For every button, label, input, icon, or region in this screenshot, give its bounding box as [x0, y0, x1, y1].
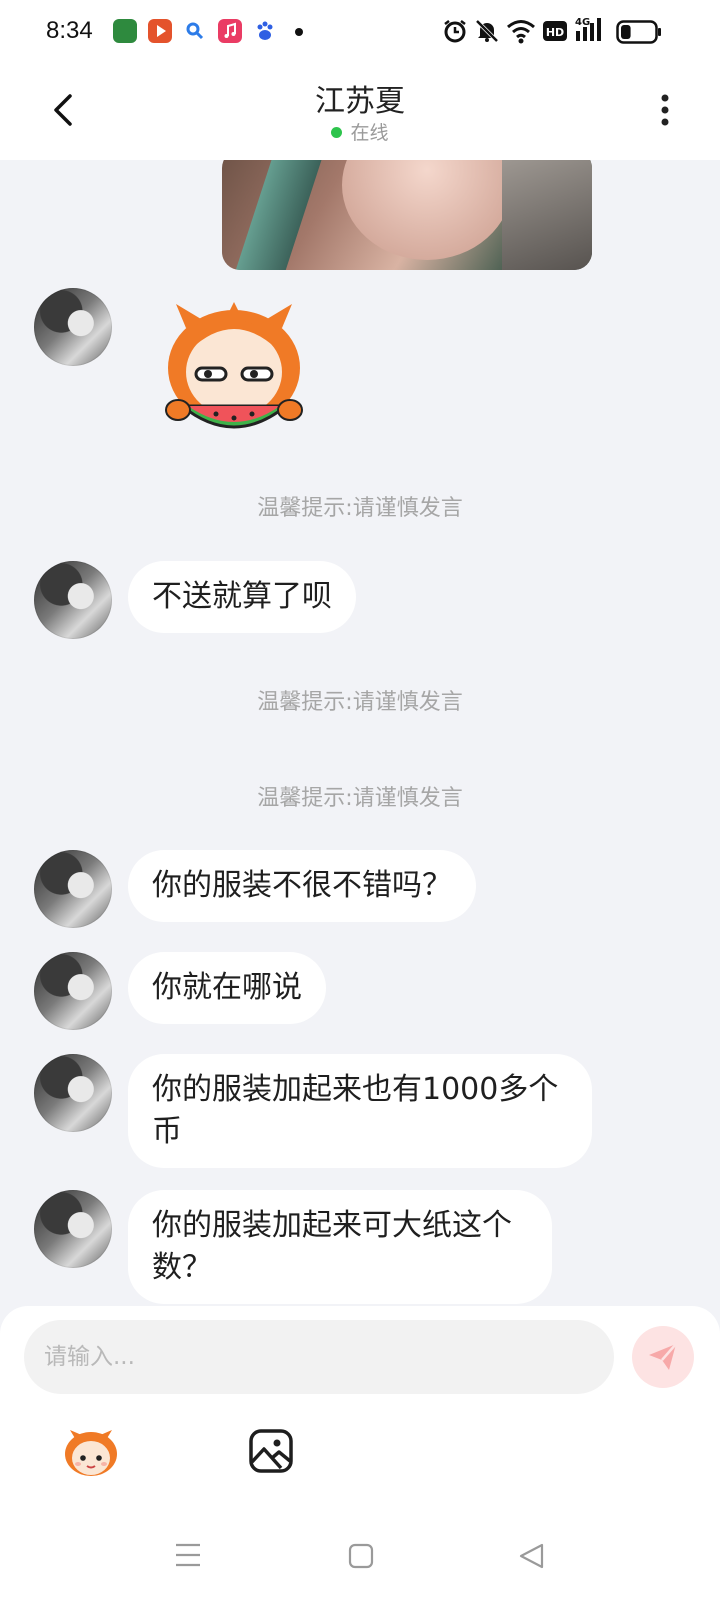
contact-avatar[interactable]: [34, 1054, 112, 1132]
music-app-icon: [218, 19, 242, 43]
online-dot-icon: [331, 127, 343, 138]
system-back-button[interactable]: [518, 1542, 546, 1574]
notification-dot: [295, 28, 303, 36]
emoji-icon: [65, 1430, 117, 1476]
svg-text:HD: HD: [546, 26, 564, 39]
baidu-app-icon: [253, 19, 277, 43]
message-list[interactable]: 温馨提示:请谨慎发言 不送就算了呗 温馨提示:请谨慎发言 温馨提示:请谨慎发言 …: [0, 160, 720, 1308]
emoji-button[interactable]: [62, 1428, 120, 1480]
signal-4g-icon: 4G: [575, 15, 607, 49]
watermelon-sticker[interactable]: [156, 298, 312, 444]
more-vertical-icon: [661, 94, 669, 126]
online-status-label: 在线: [350, 122, 389, 144]
chat-header: 江苏夏 在线: [0, 62, 720, 160]
video-app-icon: [148, 19, 172, 43]
message-input[interactable]: [24, 1320, 614, 1394]
mute-icon: [474, 18, 500, 48]
message-bubble[interactable]: 你的服装加起来可大纸这个数？: [128, 1190, 552, 1304]
safety-notice: 温馨提示:请谨慎发言: [257, 690, 463, 715]
send-icon: [649, 1343, 677, 1370]
reader-app-icon: [113, 19, 137, 43]
battery-icon: [616, 20, 662, 48]
home-square-icon: [348, 1543, 374, 1569]
more-options-button[interactable]: [650, 90, 680, 130]
contact-avatar[interactable]: [34, 561, 112, 639]
hd-icon: HD: [543, 21, 567, 45]
menu-icon: [176, 1543, 200, 1567]
svg-text:4G: 4G: [575, 17, 590, 28]
message-bubble[interactable]: 你就在哪说: [128, 952, 326, 1024]
image-message[interactable]: [222, 160, 592, 270]
status-time: 8:34: [46, 17, 93, 44]
system-nav-bar: [0, 1520, 720, 1600]
wifi-icon: [506, 18, 536, 48]
contact-name: 江苏夏: [315, 84, 405, 119]
message-bubble[interactable]: 不送就算了呗: [128, 561, 356, 633]
image-picker-button[interactable]: [248, 1428, 294, 1474]
contact-avatar[interactable]: [34, 1190, 112, 1268]
contact-avatar[interactable]: [34, 952, 112, 1030]
search-app-icon: [183, 19, 207, 43]
message-bubble[interactable]: 你的服装不很不错吗？: [128, 850, 476, 922]
image-icon: [249, 1429, 293, 1473]
status-bar: 8:34 HD 4G: [0, 0, 720, 62]
recent-apps-button[interactable]: [174, 1542, 202, 1572]
message-bubble[interactable]: 你的服装加起来也有1000多个币: [128, 1054, 592, 1168]
contact-avatar[interactable]: [34, 850, 112, 928]
safety-notice: 温馨提示:请谨慎发言: [257, 786, 463, 811]
online-status: 在线: [0, 118, 720, 145]
photo-content: [232, 160, 322, 270]
contact-avatar[interactable]: [34, 288, 112, 366]
triangle-back-icon: [519, 1543, 544, 1569]
safety-notice: 温馨提示:请谨慎发言: [257, 496, 463, 521]
home-button[interactable]: [348, 1543, 374, 1573]
send-button[interactable]: [632, 1326, 694, 1388]
alarm-icon: [442, 18, 468, 48]
